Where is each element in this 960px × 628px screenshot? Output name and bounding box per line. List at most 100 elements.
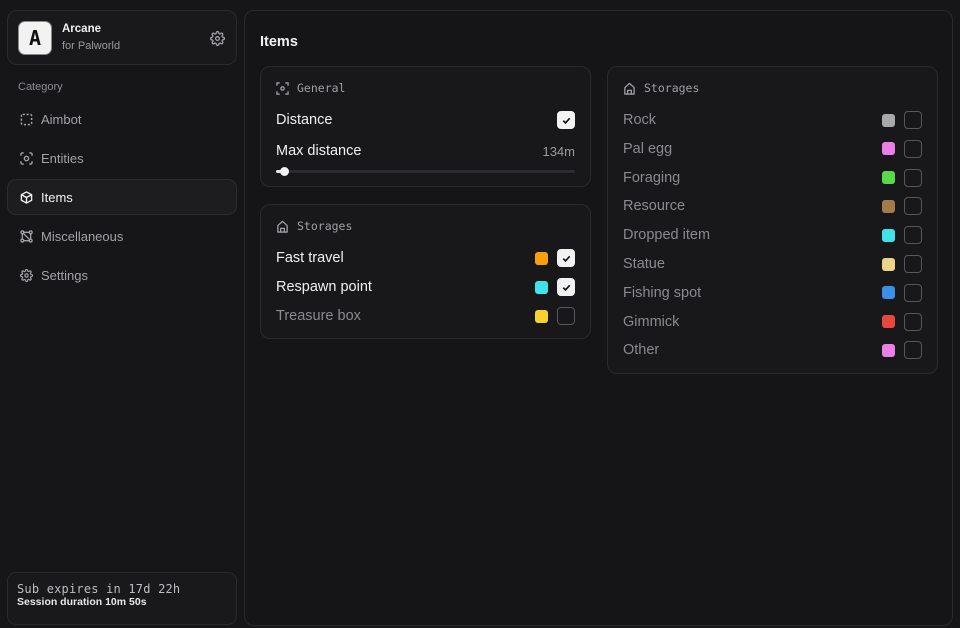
brand-name: Arcane <box>62 23 101 35</box>
storage-checkbox[interactable] <box>904 341 922 360</box>
brand-logo: A <box>18 21 52 55</box>
scan-icon <box>20 151 33 165</box>
storage-checkbox[interactable] <box>904 139 922 158</box>
brand-card: A Arcane for Palworld <box>7 10 237 65</box>
color-swatch[interactable] <box>882 113 895 127</box>
subscription-box: Sub expires in 17d 22h Session duration … <box>7 572 237 625</box>
storage-row: Treasure box <box>276 305 575 327</box>
storage-label: Statue <box>623 256 665 272</box>
house-icon <box>623 82 636 95</box>
storage-row: Resource <box>623 195 922 217</box>
max-distance-row: Max distance 134m <box>276 140 575 162</box>
category-label: Category <box>18 81 63 93</box>
storage-label: Rock <box>623 112 657 128</box>
storage-checkbox[interactable] <box>904 226 922 245</box>
color-swatch[interactable] <box>535 280 548 294</box>
storage-label: Dropped item <box>623 227 711 244</box>
sidebar-item-entities[interactable]: Entities <box>7 140 237 176</box>
slider-thumb[interactable] <box>279 167 289 176</box>
crosshair-icon <box>20 113 33 126</box>
storages-card-right: Storages Rock Pal egg Foraging Resource Drop… <box>607 66 938 374</box>
max-distance-slider[interactable] <box>276 167 575 176</box>
brand-subtitle: for Palworld <box>62 40 121 52</box>
sidebar-item-label: Miscellaneous <box>41 228 124 244</box>
card-header: Storages <box>623 81 699 95</box>
color-swatch[interactable] <box>882 171 895 185</box>
sidebar-item-items[interactable]: Items <box>7 179 237 215</box>
sidebar-item-label: Items <box>41 189 73 205</box>
storage-label: Foraging <box>623 169 681 186</box>
color-swatch[interactable] <box>535 251 548 265</box>
storage-row: Respawn point <box>276 276 575 298</box>
storage-label: Other <box>623 342 660 359</box>
distance-label: Distance <box>276 112 333 128</box>
card-header-label: Storages <box>297 219 353 233</box>
storage-row: Fast travel <box>276 247 575 269</box>
gear-icon[interactable] <box>210 31 225 46</box>
storage-checkbox[interactable] <box>904 255 922 273</box>
color-swatch[interactable] <box>882 286 895 300</box>
storage-label: Fishing spot <box>623 284 702 301</box>
storage-row: Other <box>623 339 922 361</box>
storage-label: Resource <box>623 198 686 215</box>
storage-label: Fast travel <box>276 250 344 266</box>
storage-row: Gimmick <box>623 311 922 333</box>
storage-label: Pal egg <box>623 140 673 157</box>
focus-icon <box>276 81 289 95</box>
storage-checkbox[interactable] <box>904 312 922 331</box>
storage-row: Dropped item <box>623 224 922 246</box>
general-card: General Distance Max distance 134m <box>260 66 591 187</box>
color-swatch[interactable] <box>882 199 895 213</box>
color-swatch[interactable] <box>882 257 895 271</box>
check-icon <box>562 117 570 124</box>
storage-checkbox[interactable] <box>557 249 575 267</box>
card-header-label: General <box>297 81 346 95</box>
storage-label: Respawn point <box>276 279 372 295</box>
storage-label: Gimmick <box>623 313 680 330</box>
card-header-label: Storages <box>644 81 700 95</box>
color-swatch[interactable] <box>882 142 895 156</box>
distance-row: Distance <box>276 109 575 131</box>
check-icon <box>562 284 570 291</box>
session-duration: Session duration 10m 50s <box>17 596 147 608</box>
sidebar-item-label: Entities <box>41 150 84 166</box>
storages-card-left: Storages Fast travel Respawn point Treasur… <box>260 204 591 339</box>
main-panel: Items General Distance Max distance 134m… <box>244 10 953 626</box>
storage-checkbox[interactable] <box>557 278 575 296</box>
color-swatch[interactable] <box>535 309 548 323</box>
max-distance-label: Max distance <box>276 143 362 159</box>
house-icon <box>276 220 289 233</box>
sidebar-item-aimbot[interactable]: Aimbot <box>7 101 237 137</box>
color-swatch[interactable] <box>882 343 895 357</box>
subscription-expires: Sub expires in 17d 22h <box>17 582 181 596</box>
app-window: A Arcane for Palworld Category Aimbot En… <box>0 0 960 628</box>
max-distance-value: 134m <box>542 143 575 159</box>
storage-checkbox[interactable] <box>904 283 922 302</box>
distance-checkbox[interactable] <box>557 111 575 129</box>
sidebar: A Arcane for Palworld Category Aimbot En… <box>0 0 243 628</box>
sidebar-item-label: Aimbot <box>41 111 82 127</box>
nodes-icon <box>20 229 33 243</box>
color-swatch[interactable] <box>882 315 895 329</box>
storage-row: Foraging <box>623 167 922 189</box>
sidebar-item-miscellaneous[interactable]: Miscellaneous <box>7 218 237 254</box>
sidebar-item-settings[interactable]: Settings <box>7 257 237 293</box>
brand-logo-letter: A <box>28 26 42 50</box>
page-title: Items <box>260 34 298 50</box>
storage-row: Pal egg <box>623 138 922 160</box>
storage-checkbox[interactable] <box>904 111 922 129</box>
color-swatch[interactable] <box>882 228 895 242</box>
storage-checkbox[interactable] <box>904 168 922 187</box>
card-header: Storages <box>276 219 352 233</box>
storage-row: Statue <box>623 253 922 275</box>
storage-checkbox[interactable] <box>904 197 922 216</box>
gear-icon <box>20 268 33 282</box>
storage-row: Rock <box>623 109 922 131</box>
storage-label: Treasure box <box>276 308 361 324</box>
storage-row: Fishing spot <box>623 282 922 304</box>
storage-checkbox[interactable] <box>557 307 575 325</box>
cube-icon <box>20 190 33 204</box>
check-icon <box>562 255 570 262</box>
card-header: General <box>276 81 345 95</box>
sidebar-item-label: Settings <box>41 267 88 283</box>
